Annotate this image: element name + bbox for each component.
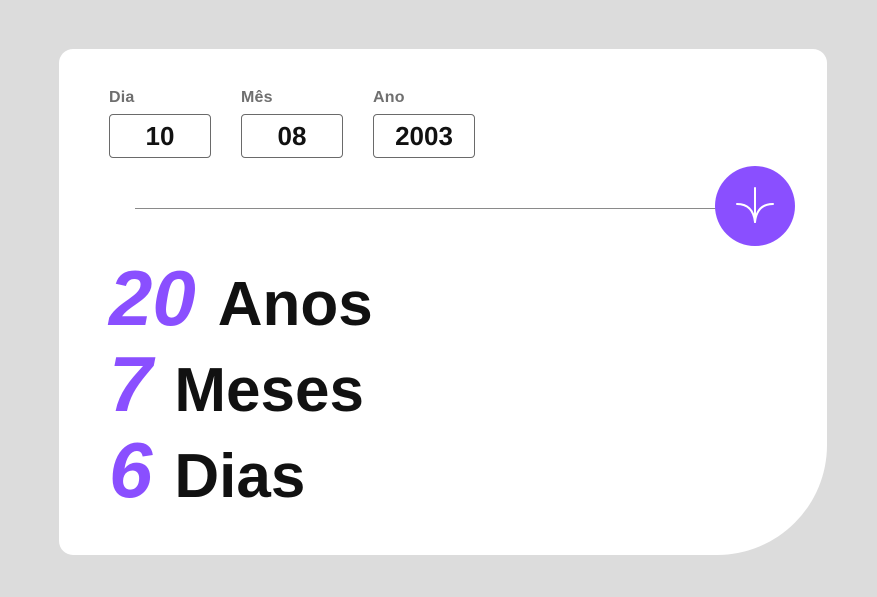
months-result: 7 Meses — [109, 345, 373, 431]
age-calculator-card: Dia Mês Ano 20 Anos 7 Meses 6 Di — [59, 49, 827, 555]
arrow-down-icon — [736, 187, 774, 223]
days-result: 6 Dias — [109, 431, 373, 517]
date-input-group: Dia Mês Ano — [109, 89, 475, 158]
days-value: 6 — [109, 426, 153, 514]
day-label: Dia — [109, 89, 135, 106]
year-input[interactable] — [373, 114, 475, 158]
years-unit: Anos — [217, 270, 373, 339]
calculate-button[interactable] — [715, 166, 795, 246]
divider-line — [135, 208, 735, 209]
years-value: 20 — [109, 254, 196, 342]
days-unit: Dias — [174, 442, 306, 511]
months-unit: Meses — [174, 356, 364, 425]
results-panel: 20 Anos 7 Meses 6 Dias — [109, 259, 373, 517]
months-value: 7 — [109, 340, 153, 428]
years-result: 20 Anos — [109, 259, 373, 345]
year-field: Ano — [373, 89, 475, 158]
month-label: Mês — [241, 89, 273, 106]
month-field: Mês — [241, 89, 343, 158]
month-input[interactable] — [241, 114, 343, 158]
year-label: Ano — [373, 89, 405, 106]
day-input[interactable] — [109, 114, 211, 158]
day-field: Dia — [109, 89, 211, 158]
